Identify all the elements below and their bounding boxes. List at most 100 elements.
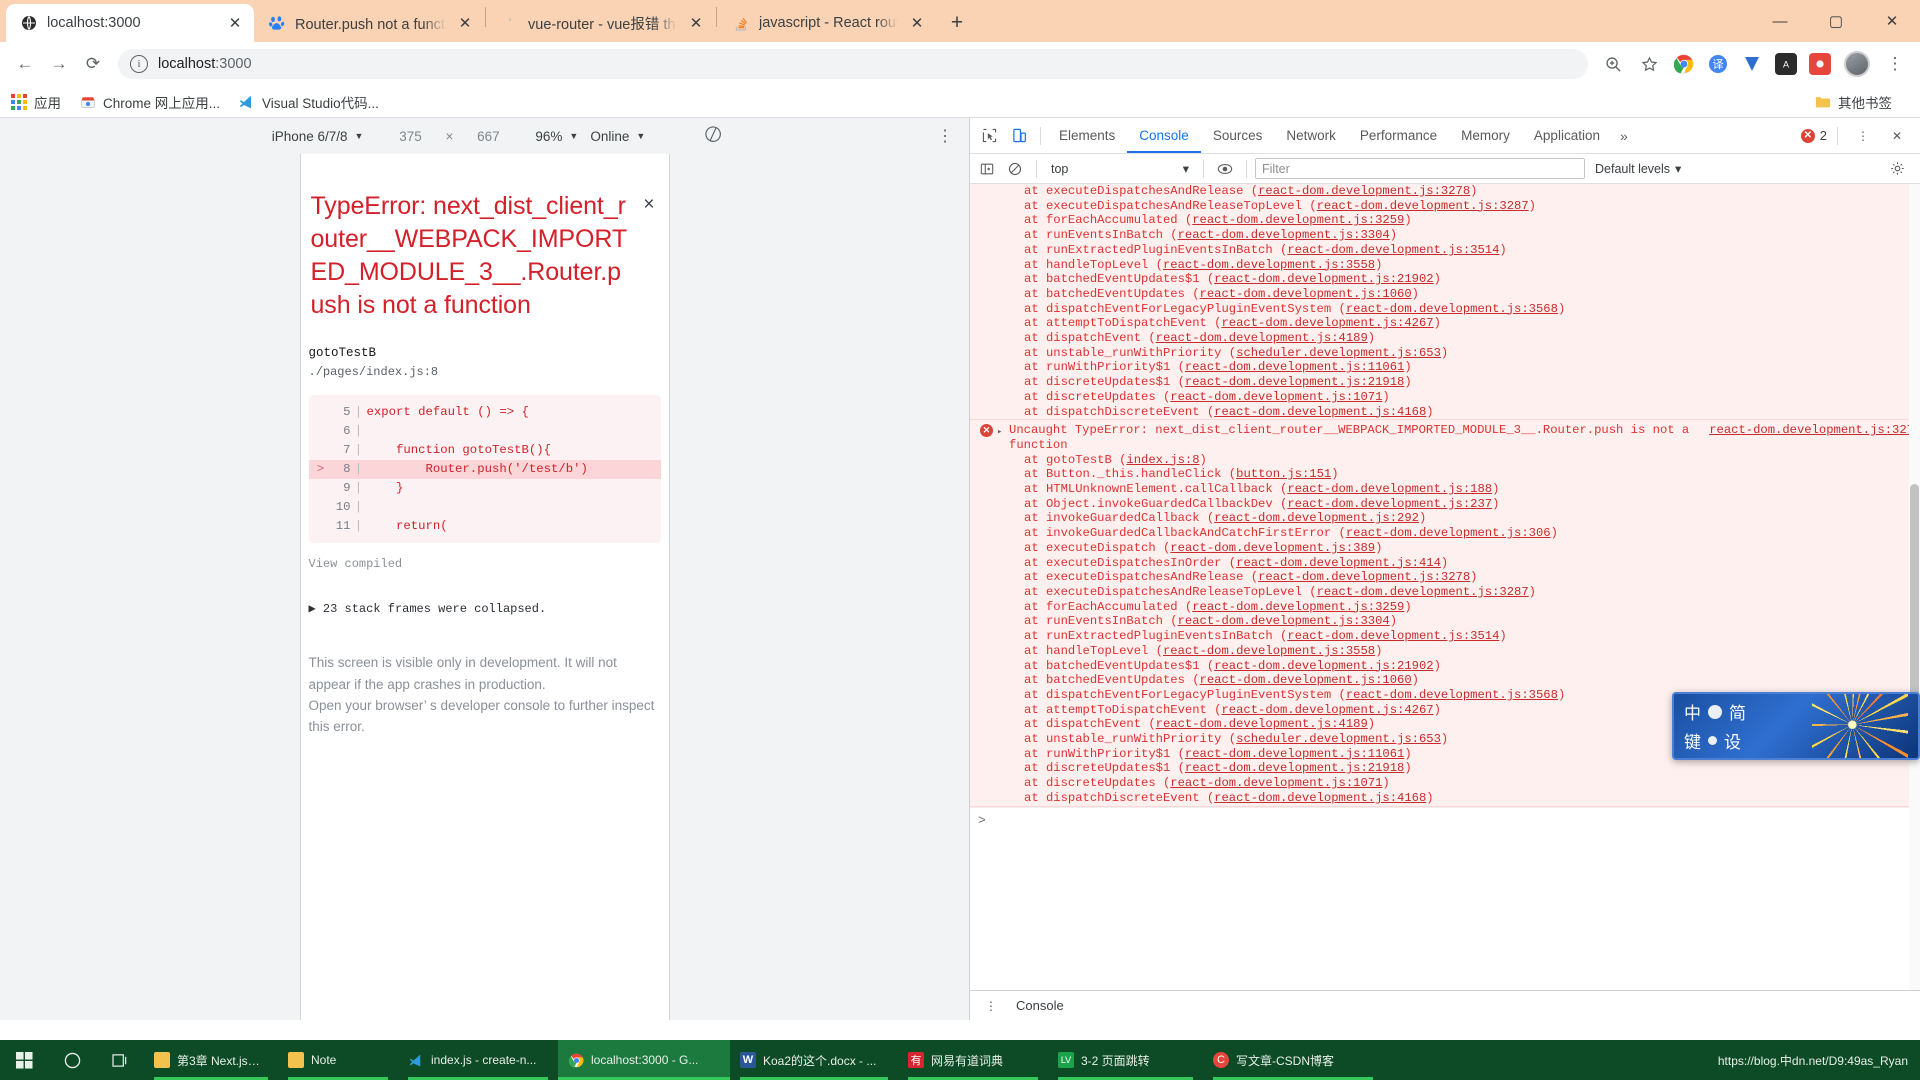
throttling-select[interactable]: Online ▼	[590, 129, 645, 144]
taskbar-item-8[interactable]: C 写文章-CSDN博客	[1203, 1040, 1383, 1080]
zoom-icon[interactable]	[1596, 47, 1630, 81]
stack-frame-source-link[interactable]: react-dom.development.js:4168	[1214, 405, 1426, 419]
stack-frame-source-link[interactable]: react-dom.development.js:3259	[1192, 213, 1404, 227]
execution-context-select[interactable]: top ▾	[1045, 158, 1195, 180]
ime-row-2[interactable]: 键 设	[1684, 728, 1746, 753]
stack-frame-source-link[interactable]: button.js:151	[1236, 467, 1331, 481]
stack-frame-source-link[interactable]: react-dom.development.js:3287	[1317, 585, 1529, 599]
stack-frame-source-link[interactable]: react-dom.development.js:3558	[1163, 258, 1375, 272]
stack-frame-source-link[interactable]: react-dom.development.js:292	[1214, 511, 1419, 525]
console-output[interactable]: at executeDispatchesAndRelease (react-do…	[970, 184, 1920, 990]
adblock-icon[interactable]: A	[1775, 53, 1797, 75]
new-tab-button[interactable]: +	[942, 8, 972, 38]
forward-button[interactable]: →	[42, 47, 76, 81]
stack-frame-source-link[interactable]: react-dom.development.js:3259	[1192, 600, 1404, 614]
view-compiled-link[interactable]: View compiled	[309, 557, 661, 571]
stack-frame-source-link[interactable]: index.js:8	[1126, 453, 1199, 467]
expand-triangle-icon[interactable]: ▸	[997, 425, 1005, 440]
tab-close-button[interactable]: ✕	[454, 12, 476, 34]
stack-frame-source-link[interactable]: react-dom.development.js:3568	[1346, 688, 1558, 702]
console-error-source-link[interactable]: react-dom.development.js:327	[1709, 423, 1914, 438]
stack-frame-source-link[interactable]: react-dom.development.js:4267	[1221, 703, 1433, 717]
bookmark-chrome-webstore[interactable]: Chrome 网上应用...	[79, 92, 220, 112]
stack-frame-source-link[interactable]: react-dom.development.js:21918	[1185, 375, 1404, 389]
browser-tab-4[interactable]: javascript - React router histor ✕	[718, 4, 936, 42]
taskbar-item-1[interactable]: 第3章 Next.js基础	[144, 1040, 278, 1080]
browser-tab-2[interactable]: Router.push not a functiion_百 ✕	[254, 4, 484, 42]
window-maximize-button[interactable]: ▢	[1808, 0, 1864, 42]
stack-frame-source-link[interactable]: react-dom.development.js:11061	[1185, 747, 1404, 761]
stack-frame-source-link[interactable]: react-dom.development.js:306	[1346, 526, 1551, 540]
tab-application[interactable]: Application	[1522, 118, 1612, 153]
stack-frame-source-link[interactable]: react-dom.development.js:188	[1287, 482, 1492, 496]
tab-network[interactable]: Network	[1274, 118, 1348, 153]
error-close-button[interactable]: ×	[633, 190, 658, 216]
vimium-icon[interactable]	[1741, 53, 1763, 75]
stack-frame-source-link[interactable]: react-dom.development.js:3278	[1258, 184, 1470, 198]
cortana-circle-icon[interactable]	[48, 1040, 96, 1080]
ime-floating-widget[interactable]: 中 简 键 设	[1672, 692, 1920, 760]
taskbar-item-3[interactable]: index.js - create-n...	[398, 1040, 558, 1080]
inspect-element-icon[interactable]	[974, 122, 1004, 150]
tab-console[interactable]: Console	[1127, 118, 1201, 153]
start-windows-icon[interactable]	[0, 1040, 48, 1080]
chrome-menu-icon[interactable]: ⋮	[1878, 47, 1912, 81]
stack-frame-source-link[interactable]: scheduler.development.js:653	[1236, 732, 1441, 746]
stack-frame-source-link[interactable]: react-dom.development.js:3304	[1178, 228, 1390, 242]
stack-frame-source-link[interactable]: react-dom.development.js:4189	[1156, 717, 1368, 731]
stack-frame-source-link[interactable]: react-dom.development.js:21918	[1185, 761, 1404, 775]
stack-frame-source-link[interactable]: react-dom.development.js:389	[1170, 541, 1375, 555]
stack-frame-source-link[interactable]: react-dom.development.js:11061	[1185, 360, 1404, 374]
drawer-tab-console[interactable]: Console	[1006, 998, 1074, 1013]
stack-frame-source-link[interactable]: react-dom.development.js:3558	[1163, 644, 1375, 658]
window-close-button[interactable]: ✕	[1864, 0, 1920, 42]
stack-frame-source-link[interactable]: react-dom.development.js:3278	[1258, 570, 1470, 584]
stack-frame-source-link[interactable]: react-dom.development.js:1060	[1200, 287, 1412, 301]
stack-frame-source-link[interactable]: react-dom.development.js:3568	[1346, 302, 1558, 316]
live-expression-icon[interactable]	[1212, 157, 1238, 181]
address-bar[interactable]: i localhost:3000	[118, 49, 1588, 79]
taskbar-item-2[interactable]: Note	[278, 1040, 398, 1080]
stack-frame-source-link[interactable]: react-dom.development.js:1071	[1170, 776, 1382, 790]
bookmark-apps[interactable]: 应用	[10, 92, 61, 112]
stack-frame-source-link[interactable]: react-dom.development.js:1060	[1200, 673, 1412, 687]
site-info-icon[interactable]: i	[130, 55, 148, 73]
stack-frame-source-link[interactable]: react-dom.development.js:4168	[1214, 791, 1426, 805]
stack-frame-source-link[interactable]: react-dom.development.js:3514	[1287, 629, 1499, 643]
device-select[interactable]: iPhone 6/7/8 ▼	[272, 129, 364, 144]
error-count-badge[interactable]: ✕ 2	[1800, 128, 1827, 143]
reload-button[interactable]: ⟳	[76, 47, 110, 81]
ext-red-icon[interactable]	[1809, 53, 1831, 75]
console-levels-select[interactable]: Default levels ▾	[1595, 161, 1681, 177]
task-view-icon[interactable]	[96, 1040, 144, 1080]
bookmark-other-folder[interactable]: 其他书签	[1814, 92, 1892, 112]
stack-frame-source-link[interactable]: react-dom.development.js:414	[1236, 556, 1441, 570]
stack-frame-source-link[interactable]: react-dom.development.js:4267	[1221, 316, 1433, 330]
bookmark-star-icon[interactable]	[1632, 47, 1666, 81]
back-button[interactable]: ←	[8, 47, 42, 81]
window-minimize-button[interactable]: —	[1752, 0, 1808, 42]
rotate-device-icon[interactable]	[702, 122, 727, 150]
stack-frame-source-link[interactable]: react-dom.development.js:1071	[1170, 390, 1382, 404]
profile-avatar[interactable]	[1844, 51, 1870, 77]
stack-frame-source-link[interactable]: react-dom.development.js:4189	[1156, 331, 1368, 345]
device-width-input[interactable]: 375	[389, 129, 431, 144]
more-tabs-icon[interactable]: »	[1612, 128, 1636, 144]
stack-frame-source-link[interactable]: react-dom.development.js:21902	[1214, 272, 1433, 286]
tab-sources[interactable]: Sources	[1201, 118, 1275, 153]
tab-close-button[interactable]: ✕	[224, 12, 246, 34]
device-height-input[interactable]: 667	[467, 129, 509, 144]
devtools-more-menu-icon[interactable]: ⋮	[1848, 122, 1878, 150]
stack-frame-source-link[interactable]: react-dom.development.js:3287	[1317, 199, 1529, 213]
console-sidebar-icon[interactable]	[974, 157, 1000, 181]
drawer-menu-icon[interactable]: ⋮	[976, 992, 1006, 1020]
browser-tab-1[interactable]: localhost:3000 ✕	[6, 4, 254, 42]
stack-frame-source-link[interactable]: react-dom.development.js:21902	[1214, 659, 1433, 673]
tab-close-button[interactable]: ✕	[685, 12, 707, 34]
chrome-extension-icon[interactable]	[1673, 53, 1695, 75]
console-input-prompt[interactable]: >	[970, 806, 1920, 835]
stack-frame-source-link[interactable]: react-dom.development.js:3514	[1287, 243, 1499, 257]
settings-gear-icon[interactable]	[1884, 157, 1910, 181]
taskbar-item-6[interactable]: 有 网易有道词典	[898, 1040, 1048, 1080]
taskbar-item-4[interactable]: localhost:3000 - G...	[558, 1040, 730, 1080]
